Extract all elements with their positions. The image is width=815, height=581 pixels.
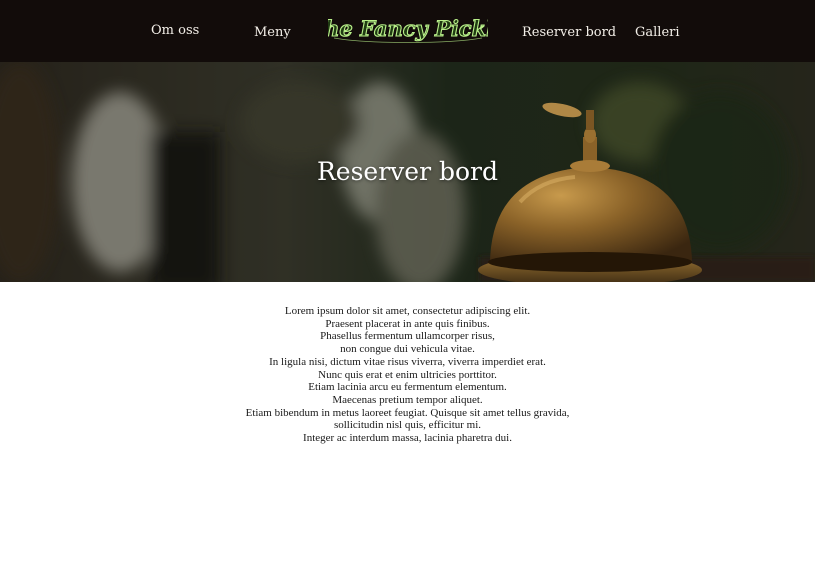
hero-banner: Reserver bord — [0, 62, 815, 282]
text-line: non congue dui vehicula vitae. — [340, 343, 475, 356]
text-line: Etiam lacinia arcu eu fermentum elementu… — [308, 381, 507, 394]
text-line: In ligula nisi, dictum vitae risus viver… — [269, 355, 546, 368]
nav-link-om-oss[interactable]: Om oss — [151, 22, 199, 40]
text-line: Maecenas pretium tempor aliquet. — [332, 393, 483, 406]
top-navigation-bar: Om oss Meny The Fancy Pickle Reserver bo… — [0, 0, 815, 62]
nav-link-reserver-bord[interactable]: Reserver bord — [522, 24, 616, 42]
text-line: Lorem ipsum dolor sit amet, consectetur … — [284, 305, 531, 317]
text-line: sollicitudin nisl quis, efficitur mi. — [333, 419, 482, 432]
text-line: Praesent placerat in ante quis finibus. — [325, 317, 490, 330]
text-line: Nunc quis erat et enim ultricies porttit… — [318, 368, 497, 381]
page-title: Reserver bord — [316, 157, 499, 186]
logo-wordmark-image: The Fancy Pickle — [328, 15, 488, 43]
text-line: Integer ac interdum massa, lacinia phare… — [303, 432, 512, 445]
site-logo[interactable]: The Fancy Pickle — [328, 8, 488, 50]
logo-text: The Fancy Pickle — [328, 16, 488, 41]
text-line: Etiam bibendum in metus laoreet feugiat.… — [245, 406, 570, 419]
intro-text-block: Lorem ipsum dolor sit amet, consectetur … — [0, 305, 815, 445]
nav-link-meny[interactable]: Meny — [254, 24, 291, 42]
nav-link-galleri[interactable]: Galleri — [635, 24, 680, 42]
text-line: Phasellus fermentum ullamcorper risus, — [320, 330, 495, 343]
